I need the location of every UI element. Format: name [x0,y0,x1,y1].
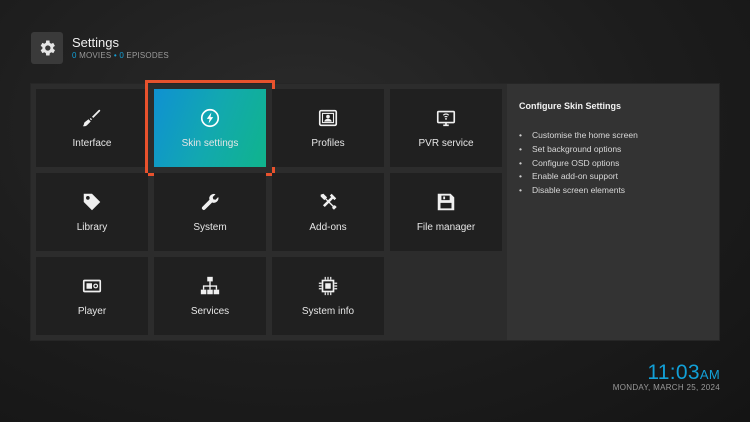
tile-label: Add-ons [309,222,347,233]
tile-player[interactable]: Player [36,257,148,335]
tile-label: Player [77,306,107,317]
header: Settings 0 MOVIES • 0 EPISODES [31,32,169,64]
skin-icon [200,108,220,128]
cpu-icon [318,276,338,296]
tile-label: Skin settings [181,138,239,149]
movies-count: 0 [72,51,77,60]
player-icon [82,279,102,293]
tools-icon [320,193,337,210]
tile-add-ons[interactable]: Add-ons [272,173,384,251]
info-list: Customise the home screen Set background… [519,129,638,198]
tile-profiles[interactable]: Profiles [272,89,384,167]
tile-label: System info [301,306,355,317]
list-item: Set background options [519,143,638,157]
tag-icon [83,193,101,211]
profile-icon [318,109,338,127]
clock-date: MONDAY, MARCH 25, 2024 [612,383,720,392]
tile-label: Interface [72,138,112,149]
floppy-disk-icon [437,193,455,211]
tile-label: Library [76,222,108,233]
tile-label: System [193,222,227,233]
clock-time: 11:03 [647,361,700,384]
tile-library[interactable]: Library [36,173,148,251]
list-item: Customise the home screen [519,129,638,143]
tile-label: Profiles [311,138,345,149]
tile-system[interactable]: System [154,173,266,251]
episodes-label: EPISODES [126,51,169,60]
wrench-icon [201,193,219,210]
tile-services[interactable]: Services [154,257,266,335]
network-icon [200,276,220,295]
paintbrush-icon [82,109,101,127]
clock-ampm: AM [699,367,720,382]
library-counts: 0 MOVIES • 0 EPISODES [72,50,169,61]
list-item: Disable screen elements [519,184,638,198]
tile-label: PVR service [418,138,474,149]
tv-antenna-icon [436,110,456,127]
gear-icon [31,32,63,64]
clock: 11:03AM [647,361,720,385]
page-title: Settings [72,35,119,50]
tile-skin-settings[interactable]: Skin settings [145,80,275,176]
info-panel: Configure Skin Settings Customise the ho… [507,84,719,340]
movies-label: MOVIES [79,51,112,60]
count-separator: • [113,51,117,60]
episodes-count: 0 [119,51,124,60]
tile-system-info[interactable]: System info [272,257,384,335]
settings-panel: Interface Skin settings Profiles PVR ser… [31,80,719,340]
list-item: Enable add-on support [519,170,638,184]
tile-pvr-service[interactable]: PVR service [390,89,502,167]
info-title: Configure Skin Settings [519,101,622,111]
tile-interface[interactable]: Interface [36,89,148,167]
tile-label: Services [190,306,230,317]
tile-label: File manager [416,222,476,233]
list-item: Configure OSD options [519,157,638,171]
tile-file-manager[interactable]: File manager [390,173,502,251]
